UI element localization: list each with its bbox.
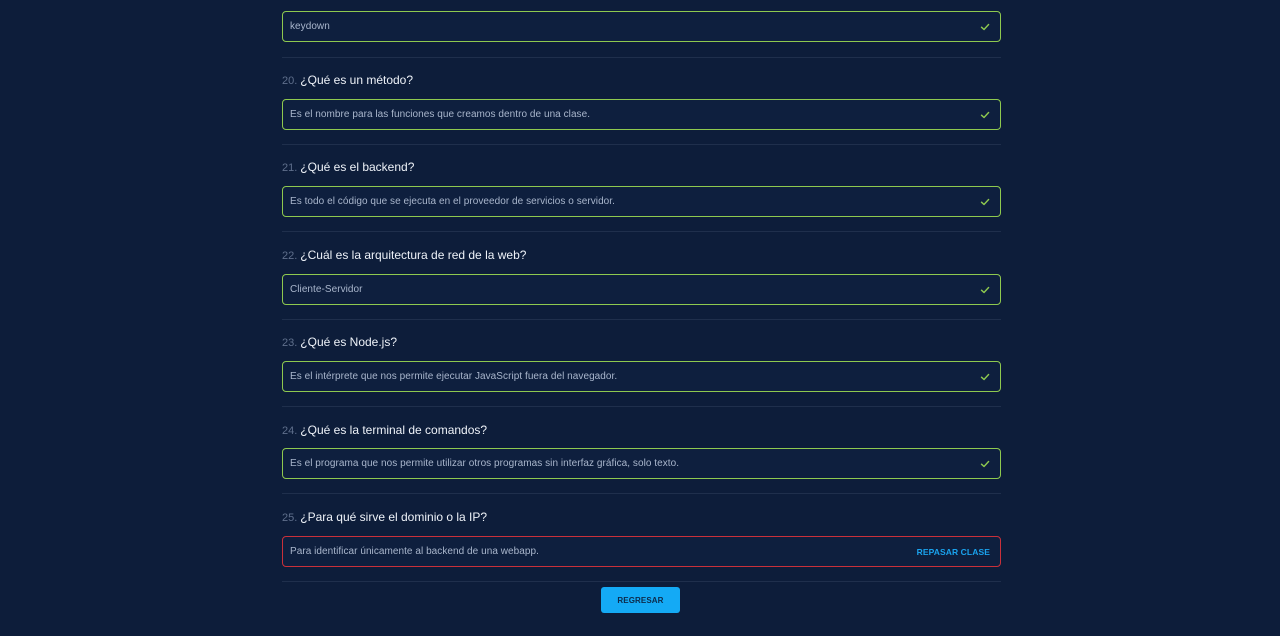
divider	[282, 57, 1001, 58]
question-text: ¿Cuál es la arquitectura de red de la we…	[300, 248, 527, 262]
question-text: ¿Qué es un método?	[300, 73, 414, 87]
answer-box: Es el programa que nos permite utilizar …	[282, 448, 1001, 479]
answer-text: Es el nombre para las funciones que crea…	[290, 109, 591, 120]
answer-text: Cliente-Servidor	[290, 284, 363, 295]
answer-text: Para identificar únicamente al backend d…	[290, 546, 539, 557]
question-text: ¿Para qué sirve el dominio o la IP?	[300, 510, 488, 524]
answer-box: Es el intérprete que nos permite ejecuta…	[282, 361, 1001, 392]
answer-box: Es todo el código que se ejecuta en el p…	[282, 186, 1001, 217]
question-title: 21. ¿Qué es el backend?	[282, 160, 414, 174]
answer-box-19: keydown	[282, 11, 1001, 42]
review-class-link[interactable]: REPASAR CLASE	[917, 547, 990, 557]
question-text: ¿Qué es Node.js?	[300, 335, 398, 349]
check-icon	[980, 111, 990, 118]
check-icon	[980, 460, 990, 467]
question-number: 22.	[282, 250, 298, 262]
divider	[282, 144, 1001, 145]
question-title: 24. ¿Qué es la terminal de comandos?	[282, 423, 487, 437]
answer-box-incorrect: Para identificar únicamente al backend d…	[282, 536, 1001, 567]
question-title: 23. ¿Qué es Node.js?	[282, 335, 397, 349]
divider	[282, 493, 1001, 494]
answer-text: Es el intérprete que nos permite ejecuta…	[290, 371, 618, 382]
question-text: ¿Qué es el backend?	[300, 160, 415, 174]
answer-text: Es el programa que nos permite utilizar …	[290, 458, 680, 469]
question-title: 20. ¿Qué es un método?	[282, 73, 413, 87]
check-icon	[980, 23, 990, 30]
answer-box: Cliente-Servidor	[282, 274, 1001, 305]
divider	[282, 231, 1001, 232]
answer-text: keydown	[290, 21, 330, 32]
question-number: 24.	[282, 425, 298, 437]
question-number: 20.	[282, 75, 298, 87]
check-icon	[980, 373, 990, 380]
back-button[interactable]: REGRESAR	[601, 587, 680, 613]
divider	[282, 406, 1001, 407]
check-icon	[980, 198, 990, 205]
question-title: 25. ¿Para qué sirve el dominio o la IP?	[282, 510, 487, 524]
check-icon	[980, 286, 990, 293]
question-number: 25.	[282, 512, 298, 524]
question-number: 23.	[282, 337, 298, 349]
question-number: 21.	[282, 162, 298, 174]
question-text: ¿Qué es la terminal de comandos?	[300, 423, 488, 437]
question-title: 22. ¿Cuál es la arquitectura de red de l…	[282, 248, 526, 262]
divider	[282, 581, 1001, 582]
answer-box: Es el nombre para las funciones que crea…	[282, 99, 1001, 130]
answer-text: Es todo el código que se ejecuta en el p…	[290, 196, 615, 207]
divider	[282, 319, 1001, 320]
